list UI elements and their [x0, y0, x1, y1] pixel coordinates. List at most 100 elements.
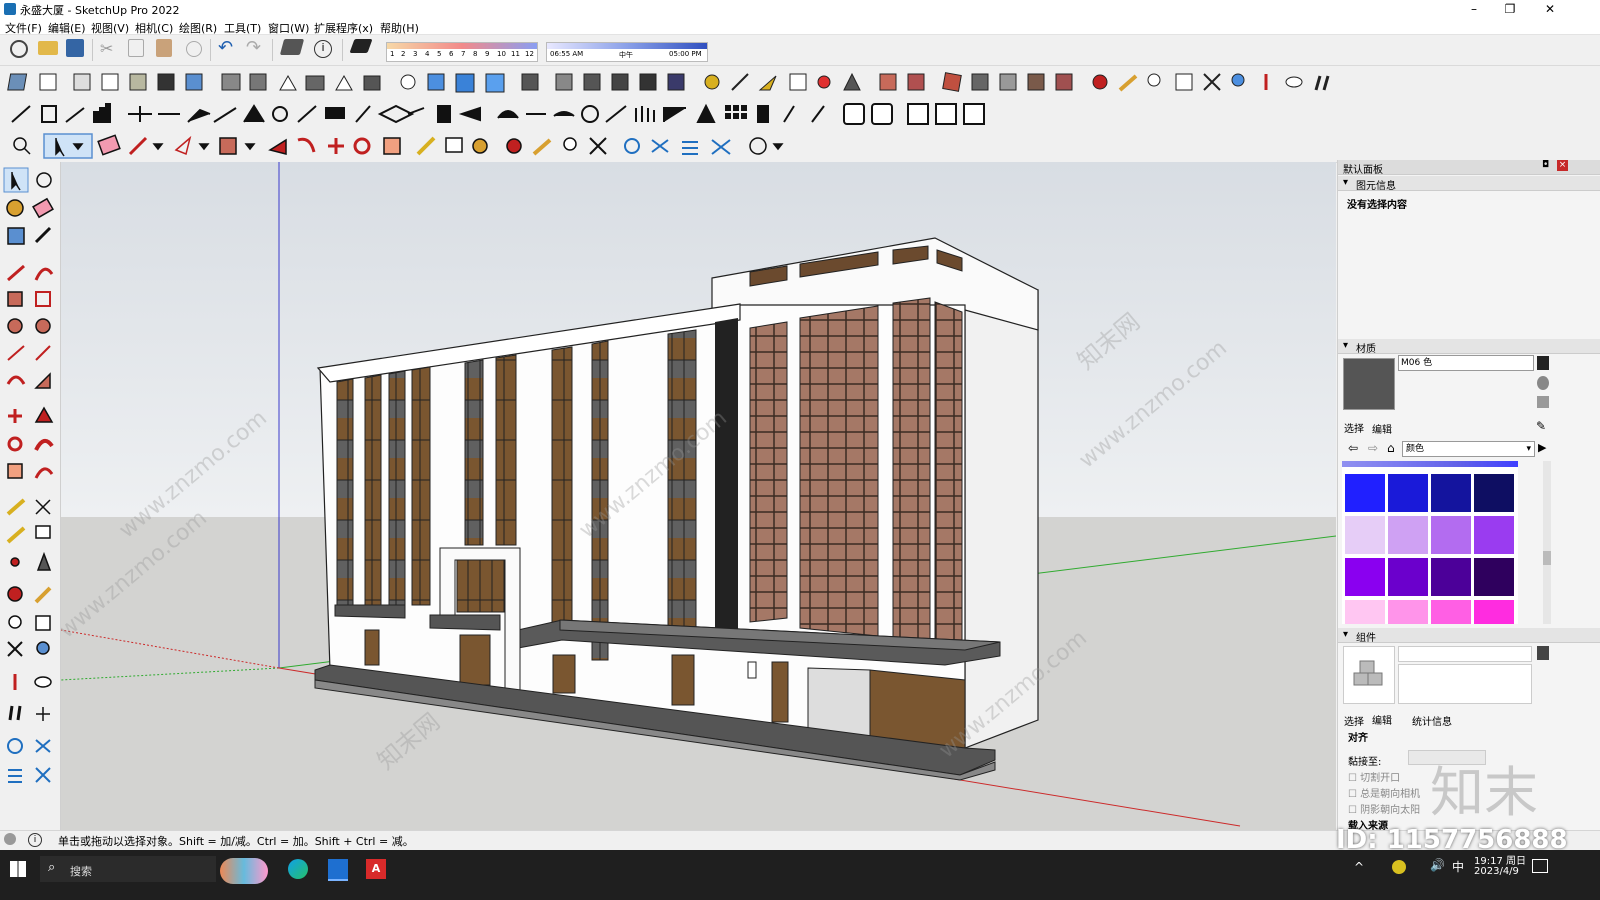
material-swatch[interactable] — [1344, 557, 1386, 597]
materials-tab-select[interactable]: 选择 — [1344, 420, 1364, 435]
erase-selection-icon[interactable] — [186, 41, 202, 57]
model-info-icon[interactable]: i — [314, 40, 332, 58]
undo-icon[interactable]: ↶ — [218, 37, 238, 58]
model-viewport[interactable]: www.znzmo.com www.znzmo.com www.znzmo.co… — [61, 162, 1336, 830]
menu-extensions[interactable]: 扩展程序(x) — [314, 20, 373, 36]
material-swatch[interactable] — [1430, 557, 1472, 597]
material-swatch[interactable] — [1344, 515, 1386, 555]
material-swatch[interactable] — [1344, 599, 1386, 624]
menu-view[interactable]: 视图(V) — [91, 20, 129, 36]
material-name-field[interactable]: M06 色 — [1398, 355, 1534, 371]
material-swatch[interactable] — [1430, 599, 1472, 624]
back-arrow-icon[interactable]: ⇦ — [1348, 441, 1358, 455]
save-icon[interactable] — [66, 39, 84, 57]
menu-window[interactable]: 窗口(W) — [268, 20, 309, 36]
materials-header[interactable]: ▾ 材质 — [1338, 339, 1600, 355]
open-folder-icon[interactable] — [38, 41, 58, 55]
material-swatch[interactable] — [1473, 557, 1515, 597]
views-styles-toolbar — [0, 66, 1600, 99]
toolbar-icons-row-2[interactable] — [0, 66, 1340, 98]
material-swatch-grid[interactable] — [1342, 461, 1518, 624]
create-material-icon[interactable] — [1537, 356, 1549, 370]
print-icon[interactable] — [279, 39, 305, 55]
cut-icon[interactable]: ✂ — [100, 39, 120, 59]
component-description-field[interactable] — [1398, 664, 1532, 704]
edge-browser-icon[interactable] — [288, 859, 308, 879]
components-tab-statistics[interactable]: 统计信息 — [1412, 713, 1452, 728]
shadow-month-slider[interactable]: 1 2 3 4 5 6 7 8 9 10 11 12 — [386, 42, 538, 62]
sketchup-taskbar-icon[interactable] — [328, 859, 348, 881]
large-tool-set-icons[interactable] — [0, 162, 60, 830]
component-preview — [1343, 646, 1395, 704]
widgets-icon[interactable] — [220, 858, 268, 884]
swatch-scrollbar[interactable] — [1543, 461, 1551, 624]
material-swatch[interactable] — [1387, 557, 1429, 597]
geo-location-icon[interactable] — [4, 833, 16, 845]
tray-expand-icon[interactable]: ^ — [1354, 860, 1364, 874]
minimize-button[interactable]: – — [1456, 0, 1492, 18]
forward-arrow-icon[interactable]: ⇨ — [1368, 441, 1378, 455]
components-tab-select[interactable]: 选择 — [1344, 713, 1364, 728]
default-tray: 默认面板 ◘ × ▾ 图元信息 没有选择内容 ▾ 材质 M06 色 选择 编辑 … — [1337, 160, 1600, 832]
notification-icon[interactable] — [1532, 859, 1548, 873]
menu-tools[interactable]: 工具(T) — [224, 20, 261, 36]
menu-file[interactable]: 文件(F) — [5, 20, 42, 36]
components-header[interactable]: ▾ 组件 — [1338, 628, 1600, 644]
menu-help[interactable]: 帮助(H) — [380, 20, 419, 36]
taskbar-search-box[interactable]: ⌕ 搜索 — [40, 856, 216, 882]
info-icon[interactable]: i — [28, 833, 42, 847]
material-swatch[interactable] — [1430, 515, 1472, 555]
close-button[interactable]: ✕ — [1532, 0, 1568, 18]
components-tab-edit[interactable]: 编辑 — [1372, 712, 1392, 727]
component-details-icon[interactable] — [1537, 646, 1549, 660]
material-swatch[interactable] — [1387, 515, 1429, 555]
principal-tools-toolbar — [0, 130, 1600, 163]
home-icon[interactable]: ⌂ — [1387, 441, 1395, 455]
materials-tab-edit[interactable]: 编辑 — [1372, 421, 1392, 436]
sample-paint-icon[interactable] — [1537, 396, 1549, 408]
status-bar: i 单击或拖动以选择对象。Shift = 加/减。Ctrl = 加。Shift … — [0, 825, 1600, 855]
sketchup-app-icon — [4, 3, 16, 15]
tray-close-icon[interactable]: × — [1557, 160, 1568, 171]
new-file-icon[interactable] — [10, 40, 28, 58]
shadows-toggle-icon[interactable] — [349, 39, 373, 53]
face-camera-checkbox[interactable]: ☐ 总是朝向相机 — [1348, 785, 1420, 800]
menu-edit[interactable]: 编辑(E) — [48, 20, 86, 36]
material-swatch[interactable] — [1473, 473, 1515, 513]
details-arrow-icon[interactable]: ▶ — [1538, 441, 1546, 454]
input-method-indicator[interactable]: 中 — [1452, 858, 1464, 875]
default-material-icon[interactable] — [1537, 376, 1549, 390]
menu-camera[interactable]: 相机(C) — [135, 20, 173, 36]
material-swatch[interactable] — [1473, 515, 1515, 555]
taskbar-search-placeholder: 搜索 — [70, 865, 92, 878]
time-start-label: 06:55 AM — [550, 50, 584, 58]
windows-start-icon[interactable] — [10, 861, 26, 877]
material-swatch[interactable] — [1387, 473, 1429, 513]
material-swatch[interactable] — [1430, 473, 1472, 513]
speaker-icon[interactable]: 🔊 — [1430, 858, 1445, 872]
entity-info-header[interactable]: ▾ 图元信息 — [1338, 176, 1600, 192]
toolbar-icons-row-4[interactable] — [0, 130, 800, 162]
paste-icon[interactable] — [156, 39, 172, 57]
status-hint: 单击或拖动以选择对象。Shift = 加/减。Ctrl = 加。Shift + … — [58, 835, 414, 848]
standard-toolbar: ✂ ↶ ↷ i 1 2 3 4 5 6 7 8 9 10 11 12 06:55… — [0, 35, 1600, 66]
shadow-time-slider[interactable]: 06:55 AM 中午 05:00 PM — [546, 42, 708, 62]
pin-icon[interactable]: ◘ — [1542, 160, 1549, 170]
copy-icon[interactable] — [128, 39, 144, 57]
material-swatch[interactable] — [1387, 599, 1429, 624]
redo-icon[interactable]: ↷ — [246, 37, 266, 58]
material-preview — [1343, 358, 1395, 410]
material-swatch[interactable] — [1344, 473, 1386, 513]
component-name-field[interactable] — [1398, 646, 1532, 662]
building-model — [61, 162, 1336, 830]
shadows-face-sun-checkbox[interactable]: ☐ 阴影朝向太阳 — [1348, 801, 1420, 816]
menu-draw[interactable]: 绘图(R) — [179, 20, 217, 36]
wechat-tray-icon[interactable] — [1392, 860, 1406, 874]
material-swatch[interactable] — [1473, 599, 1515, 624]
toolbar-icons-row-3[interactable] — [0, 98, 1340, 130]
autocad-taskbar-icon[interactable]: A — [366, 859, 386, 879]
material-library-select[interactable]: 颜色 ▾ — [1402, 441, 1535, 457]
maximize-button[interactable]: ❐ — [1492, 0, 1528, 18]
eyedropper-icon[interactable]: ✎ — [1536, 419, 1546, 433]
cut-opening-checkbox[interactable]: ☐ 切割开口 — [1348, 769, 1400, 784]
